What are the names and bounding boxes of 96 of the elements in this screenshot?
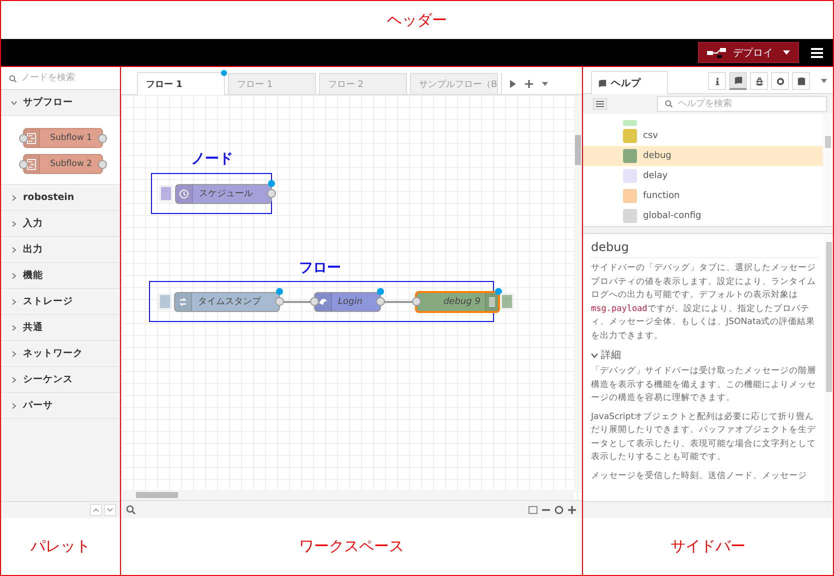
database-icon [796,76,806,86]
palette-category[interactable]: ネットワーク [1,341,120,367]
subflow-icon [27,158,36,170]
lines-icon [489,296,496,306]
palette-category[interactable]: 入力 [1,211,120,237]
input-port[interactable] [412,297,422,306]
chevron-icon [11,246,17,252]
output-port[interactable] [376,297,386,306]
chevron-icon [11,298,17,304]
input-port[interactable] [310,297,319,306]
book-icon [734,76,742,85]
info-icon [712,76,722,86]
arrows-icon [178,296,188,306]
help-node-item[interactable]: delay [583,166,823,186]
caret-icon [783,50,790,55]
search-icon [9,74,17,82]
help-tab[interactable]: ヘルプ [591,71,668,94]
chevron-icon [11,194,17,200]
scrollbar[interactable] [823,114,833,226]
node-annotation: ノード [191,150,233,168]
add-icon[interactable] [525,80,533,88]
palette-category[interactable]: ストレージ [1,289,120,315]
database-tab-button[interactable] [792,72,810,90]
output-port[interactable] [98,160,107,168]
scrollbar[interactable] [574,95,582,490]
palette-category[interactable]: robostein [1,185,120,211]
help-node-item[interactable]: global-config [583,206,823,226]
details-heading[interactable]: 詳細 [591,348,817,362]
node-icon [623,120,637,126]
collapse-button[interactable] [90,504,102,516]
chevron-icon [591,352,598,358]
zoom-in-icon[interactable] [567,504,577,514]
palette-category[interactable]: 共通 [1,315,120,341]
caret-icon[interactable] [821,79,827,83]
help-node-item[interactable]: debug [583,146,823,166]
chevron-up-icon [93,508,99,512]
deploy-icon [707,46,727,58]
help-paragraph: メッセージを受信した時刻、送信ノード、メッセージ [591,470,808,482]
search-icon[interactable] [126,504,136,514]
expand-button[interactable] [104,504,116,516]
deploy-button[interactable]: デプロイ [698,42,799,63]
scrollbar[interactable] [121,490,574,500]
chevron-icon [11,402,17,408]
help-search-field[interactable]: ヘルプを検索 [657,96,827,112]
gear-tab-button[interactable] [771,72,789,90]
subflow-icon [27,132,36,144]
map-icon[interactable] [528,504,538,514]
chevron-icon [11,220,17,226]
help-node-item[interactable]: csv [583,126,823,146]
info-tab-button[interactable] [708,72,726,90]
book-tab-button[interactable] [729,72,747,90]
palette-category[interactable]: 機能 [1,263,120,289]
inject-button[interactable] [158,293,172,310]
chevron-icon [11,324,17,330]
chevron-icon [11,350,17,356]
zoom-reset-icon[interactable] [554,504,564,514]
debug-toggle-button[interactable] [500,293,514,310]
play-icon[interactable] [510,80,516,88]
palette-category[interactable]: パーサ [1,393,120,419]
chevron-icon [11,272,17,278]
palette-category[interactable]: 出力 [1,237,120,263]
menu-icon[interactable] [811,48,823,58]
bug-icon [754,76,764,86]
output-port[interactable] [267,189,276,198]
settings-icon [776,76,784,86]
inject-button[interactable] [159,185,173,202]
palette-annotation: パレット [30,537,90,556]
book-icon [598,78,607,88]
palette-category[interactable]: シーケンス [1,367,120,393]
output-port[interactable] [98,134,107,142]
help-node-item[interactable]: function [583,186,823,206]
list-icon [596,101,604,107]
input-port[interactable] [19,134,28,142]
node-search-field[interactable]: ノードを検索 [1,67,120,90]
chevron-icon [11,100,17,106]
flow-annotation: フロー [299,259,341,277]
search-icon [665,100,673,108]
workspace-annotation: ワークスペース [299,537,404,556]
help-paragraph: 「デバッグ」サイドバーは受け取ったメッセージの階層構造を表示する機能を備えます。この機能によりメッセージの構造を容易に理解できます。 [591,365,817,405]
flow-tab[interactable]: フロー 1 [137,72,225,95]
list-button[interactable] [593,98,607,110]
help-paragraph: JavaScriptオブジェクトと配列は必要に応じて折り畳んだり展開したりできます。バッファオブジェクトを生データとして表示したり、表現可能な場合に文字列として表示したりすることも可能です。 [591,410,817,464]
chevron-icon [11,376,17,382]
scrollbar[interactable] [824,234,833,501]
clock-icon [179,188,189,198]
input-port[interactable] [19,160,28,168]
sidebar-annotation: サイドバー [670,537,746,556]
caret-icon[interactable] [542,82,548,86]
output-port[interactable] [275,297,284,306]
header-annotation: ヘッダー [387,10,447,30]
chevron-down-icon [107,508,113,512]
flow-node[interactable]: debug 9 [415,290,500,312]
help-paragraph: サイドバーの「デバッグ」タブに、選択したメッセージプロパティの値を表示します。設定により、ランタイムログへの出力も可能です。デフォルトの表示対象は msg.payloadですが、設定により、指定したプロパティ、メッセージ全体、もしくは、JSONata式の評価結果を出力できます。 [591,262,817,342]
help-title: debug [591,238,817,258]
splitter-handle[interactable] [583,226,833,234]
bug-tab-button[interactable] [750,72,768,90]
